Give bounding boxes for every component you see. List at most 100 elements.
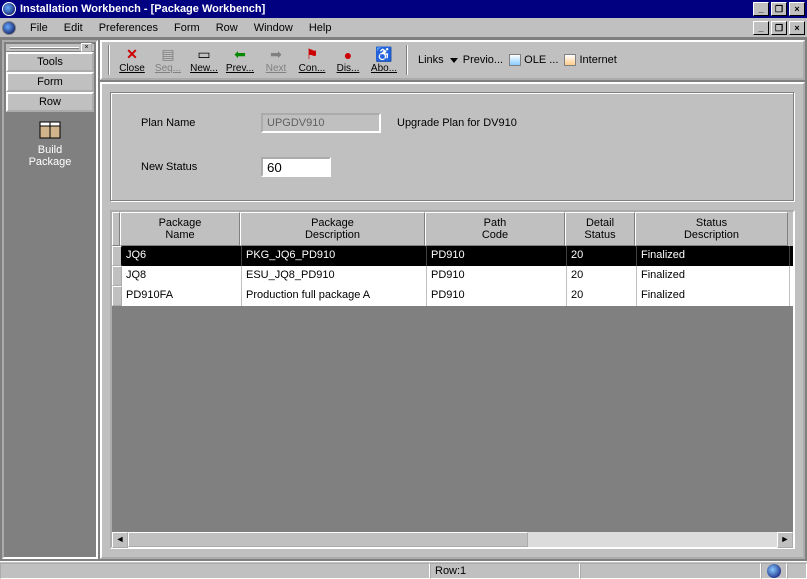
seq-icon: ▤ [152,47,184,63]
cell-status-desc: Finalized [637,246,790,266]
cell-package-desc: Production full package A [242,286,427,306]
mdi-minimize-button[interactable]: _ [753,21,769,35]
plan-name-field: UPGDV910 [261,113,381,133]
dis-icon: ● [332,47,364,63]
close-button[interactable]: × [789,2,805,16]
plan-name-label: Plan Name [141,117,261,129]
status-bar: Row:1 [0,561,807,579]
abo-icon: ♿ [368,47,400,63]
build-package-icon[interactable] [38,120,62,140]
menu-preferences[interactable]: Preferences [91,20,166,36]
toolbar-dis-button[interactable]: ● Dis... [330,46,366,75]
sidebar-header: × [6,44,94,52]
toolbar-new-button[interactable]: ▭ New... [186,46,222,75]
sidebar-form-button[interactable]: Form [6,72,94,92]
links-label: Links [418,54,444,66]
row-selector-header [112,212,120,246]
horizontal-scrollbar[interactable]: ◄ ► [112,531,793,547]
row-selector[interactable] [112,286,122,306]
new-status-field[interactable] [261,157,331,177]
status-cell-1 [0,563,430,579]
sidebar-close-button[interactable]: × [81,43,92,52]
links-dropdown[interactable]: Previo... [450,54,503,66]
app-icon [2,2,16,16]
links-internet[interactable]: Internet [564,54,616,66]
cell-detail-status: 20 [567,286,637,306]
toolbar-prev-button[interactable]: ⬅ Prev... [222,46,258,75]
row-selector[interactable] [112,246,122,266]
package-grid: Package Name Package Description Path Co… [110,210,795,549]
status-globe-cell [761,563,787,579]
close-icon: ✕ [116,47,148,63]
toolbar-con-button[interactable]: ⚑ Con... [294,46,330,75]
scroll-right-button[interactable]: ► [777,532,793,548]
col-package-desc[interactable]: Package Description [240,212,425,246]
sidebar-dark-area: Build Package [6,112,94,555]
col-status-desc[interactable]: Status Description [635,212,788,246]
title-bar: Installation Workbench - [Package Workbe… [0,0,807,18]
toolbar-abo-button[interactable]: ♿ Abo... [366,46,402,75]
toolbar: ✕ Close ▤ Seq... ▭ New... ⬅ Prev... ➡ Ne… [100,40,805,80]
plan-desc: Upgrade Plan for DV910 [397,117,517,129]
cell-package-name: PD910FA [122,286,242,306]
mdi-icon [2,21,16,35]
mdi-restore-button[interactable]: ❐ [771,21,787,35]
main-panel: ✕ Close ▤ Seq... ▭ New... ⬅ Prev... ➡ Ne… [100,40,805,559]
status-cell-3 [580,563,761,579]
menu-window[interactable]: Window [246,20,301,36]
cell-detail-status: 20 [567,246,637,266]
content-area: × Tools Form Row Build Package ✕ Close ▤… [0,38,807,561]
links-area: Links Previo... OLE ... Internet [412,54,617,66]
sidebar-row-button[interactable]: Row [6,92,94,112]
maximize-button[interactable]: ❐ [771,2,787,16]
cell-package-desc: ESU_JQ8_PD910 [242,266,427,286]
cell-path-code: PD910 [427,266,567,286]
grid-header-row: Package Name Package Description Path Co… [112,212,793,246]
scroll-thumb[interactable] [128,532,528,547]
ole-icon [509,54,521,66]
col-path-code[interactable]: Path Code [425,212,565,246]
scroll-left-button[interactable]: ◄ [112,532,128,548]
col-package-name[interactable]: Package Name [120,212,240,246]
table-row[interactable]: PD910FA Production full package A PD910 … [112,286,793,306]
menu-form[interactable]: Form [166,20,208,36]
toolbar-next-button: ➡ Next [258,46,294,75]
sidebar: × Tools Form Row Build Package [2,40,98,559]
globe-icon [767,564,781,578]
col-detail-status[interactable]: Detail Status [565,212,635,246]
grid-table: Package Name Package Description Path Co… [112,212,793,306]
toolbar-close-button[interactable]: ✕ Close [114,46,150,75]
menu-bar: File Edit Preferences Form Row Window He… [0,18,807,38]
new-icon: ▭ [188,47,220,63]
cell-detail-status: 20 [567,266,637,286]
table-row[interactable]: JQ8 ESU_JQ8_PD910 PD910 20 Finalized [112,266,793,286]
mdi-close-button[interactable]: × [789,21,805,35]
menu-file[interactable]: File [22,20,56,36]
con-icon: ⚑ [296,47,328,63]
next-icon: ➡ [260,47,292,63]
toolbar-seq-button: ▤ Seq... [150,46,186,75]
minimize-button[interactable]: _ [753,2,769,16]
build-package-label[interactable]: Build Package [6,144,94,168]
window-title: Installation Workbench - [Package Workbe… [20,3,265,15]
plan-fieldset: Plan Name UPGDV910 Upgrade Plan for DV91… [110,92,795,202]
menu-help[interactable]: Help [301,20,340,36]
sidebar-tools-button[interactable]: Tools [6,52,94,72]
links-ole[interactable]: OLE ... [509,54,558,66]
menu-row[interactable]: Row [208,20,246,36]
cell-path-code: PD910 [427,286,567,306]
internet-icon [564,54,576,66]
form-area: Plan Name UPGDV910 Upgrade Plan for DV91… [100,82,805,559]
cell-status-desc: Finalized [637,286,790,306]
menu-edit[interactable]: Edit [56,20,91,36]
cell-package-desc: PKG_JQ6_PD910 [242,246,427,266]
status-cell-5 [787,563,807,579]
scroll-track[interactable] [128,532,777,547]
cell-package-name: JQ6 [122,246,242,266]
cell-package-name: JQ8 [122,266,242,286]
prev-icon: ⬅ [224,47,256,63]
row-selector[interactable] [112,266,122,286]
cell-status-desc: Finalized [637,266,790,286]
cell-path-code: PD910 [427,246,567,266]
table-row[interactable]: JQ6 PKG_JQ6_PD910 PD910 20 Finalized [112,246,793,266]
